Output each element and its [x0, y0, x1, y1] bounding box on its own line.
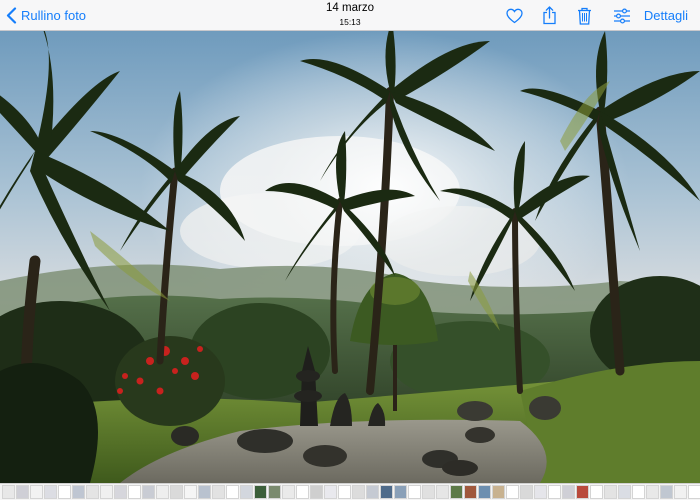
- heart-icon: [506, 8, 524, 23]
- thumbnail[interactable]: [114, 485, 127, 499]
- thumbnail[interactable]: [198, 485, 211, 499]
- navbar-actions: Dettagli: [506, 0, 688, 31]
- thumbnail[interactable]: [212, 485, 225, 499]
- thumbnail[interactable]: [30, 485, 43, 499]
- thumbnail[interactable]: [646, 485, 659, 499]
- thumbnail[interactable]: [86, 485, 99, 499]
- thumbnail[interactable]: [352, 485, 365, 499]
- photo-date-title: 14 marzo 15:13: [326, 2, 374, 27]
- favorite-button[interactable]: [506, 7, 524, 25]
- back-button-label: Rullino foto: [21, 8, 87, 23]
- thumbnail-strip[interactable]: [0, 483, 700, 500]
- thumbnail[interactable]: [520, 485, 533, 499]
- thumbnail[interactable]: [170, 485, 183, 499]
- thumbnail[interactable]: [394, 485, 407, 499]
- main-photo[interactable]: [0, 31, 700, 483]
- share-icon: [543, 6, 557, 25]
- thumbnail[interactable]: [72, 485, 85, 499]
- thumbnail[interactable]: [422, 485, 435, 499]
- thumbnail[interactable]: [464, 485, 477, 499]
- thumbnail[interactable]: [128, 485, 141, 499]
- top-navigation-bar: Rullino foto 14 marzo 15:13 Dettagli: [0, 0, 700, 31]
- thumbnail[interactable]: [604, 485, 617, 499]
- thumbnail[interactable]: [58, 485, 71, 499]
- photo-date: 14 marzo: [326, 2, 374, 14]
- thumbnail[interactable]: [590, 485, 603, 499]
- thumbnail[interactable]: [660, 485, 673, 499]
- thumbnail[interactable]: [506, 485, 519, 499]
- back-button[interactable]: Rullino foto: [6, 0, 86, 31]
- thumbnail[interactable]: [534, 485, 547, 499]
- details-button[interactable]: Dettagli: [644, 8, 688, 23]
- thumbnail[interactable]: [492, 485, 505, 499]
- thumbnail[interactable]: [44, 485, 57, 499]
- delete-button[interactable]: [576, 7, 594, 25]
- thumbnail[interactable]: [142, 485, 155, 499]
- thumbnail[interactable]: [310, 485, 323, 499]
- thumbnail[interactable]: [408, 485, 421, 499]
- thumbnail[interactable]: [576, 485, 589, 499]
- thumbnail[interactable]: [268, 485, 281, 499]
- thumbnail[interactable]: [688, 485, 700, 499]
- thumbnail[interactable]: [338, 485, 351, 499]
- thumbnail[interactable]: [478, 485, 491, 499]
- thumbnail[interactable]: [184, 485, 197, 499]
- thumbnail[interactable]: [562, 485, 575, 499]
- thumbnail[interactable]: [100, 485, 113, 499]
- thumbnail[interactable]: [380, 485, 393, 499]
- thumbnail[interactable]: [632, 485, 645, 499]
- thumbnail[interactable]: [450, 485, 463, 499]
- edit-button[interactable]: [613, 7, 631, 25]
- thumbnail[interactable]: [436, 485, 449, 499]
- thumbnail[interactable]: [618, 485, 631, 499]
- tropical-garden-photo: [0, 31, 700, 483]
- thumbnail[interactable]: [240, 485, 253, 499]
- adjust-icon: [613, 8, 630, 24]
- thumbnail[interactable]: [2, 485, 15, 499]
- chevron-left-icon: [6, 7, 17, 24]
- share-button[interactable]: [541, 6, 559, 25]
- thumbnail[interactable]: [226, 485, 239, 499]
- thumbnail[interactable]: [366, 485, 379, 499]
- thumbnail[interactable]: [254, 485, 267, 499]
- thumbnail[interactable]: [282, 485, 295, 499]
- thumbnail[interactable]: [16, 485, 29, 499]
- photo-time: 15:13: [339, 16, 361, 27]
- thumbnail[interactable]: [548, 485, 561, 499]
- thumbnail[interactable]: [296, 485, 309, 499]
- trash-icon: [578, 7, 592, 25]
- thumbnail[interactable]: [324, 485, 337, 499]
- thumbnail[interactable]: [674, 485, 687, 499]
- thumbnail[interactable]: [156, 485, 169, 499]
